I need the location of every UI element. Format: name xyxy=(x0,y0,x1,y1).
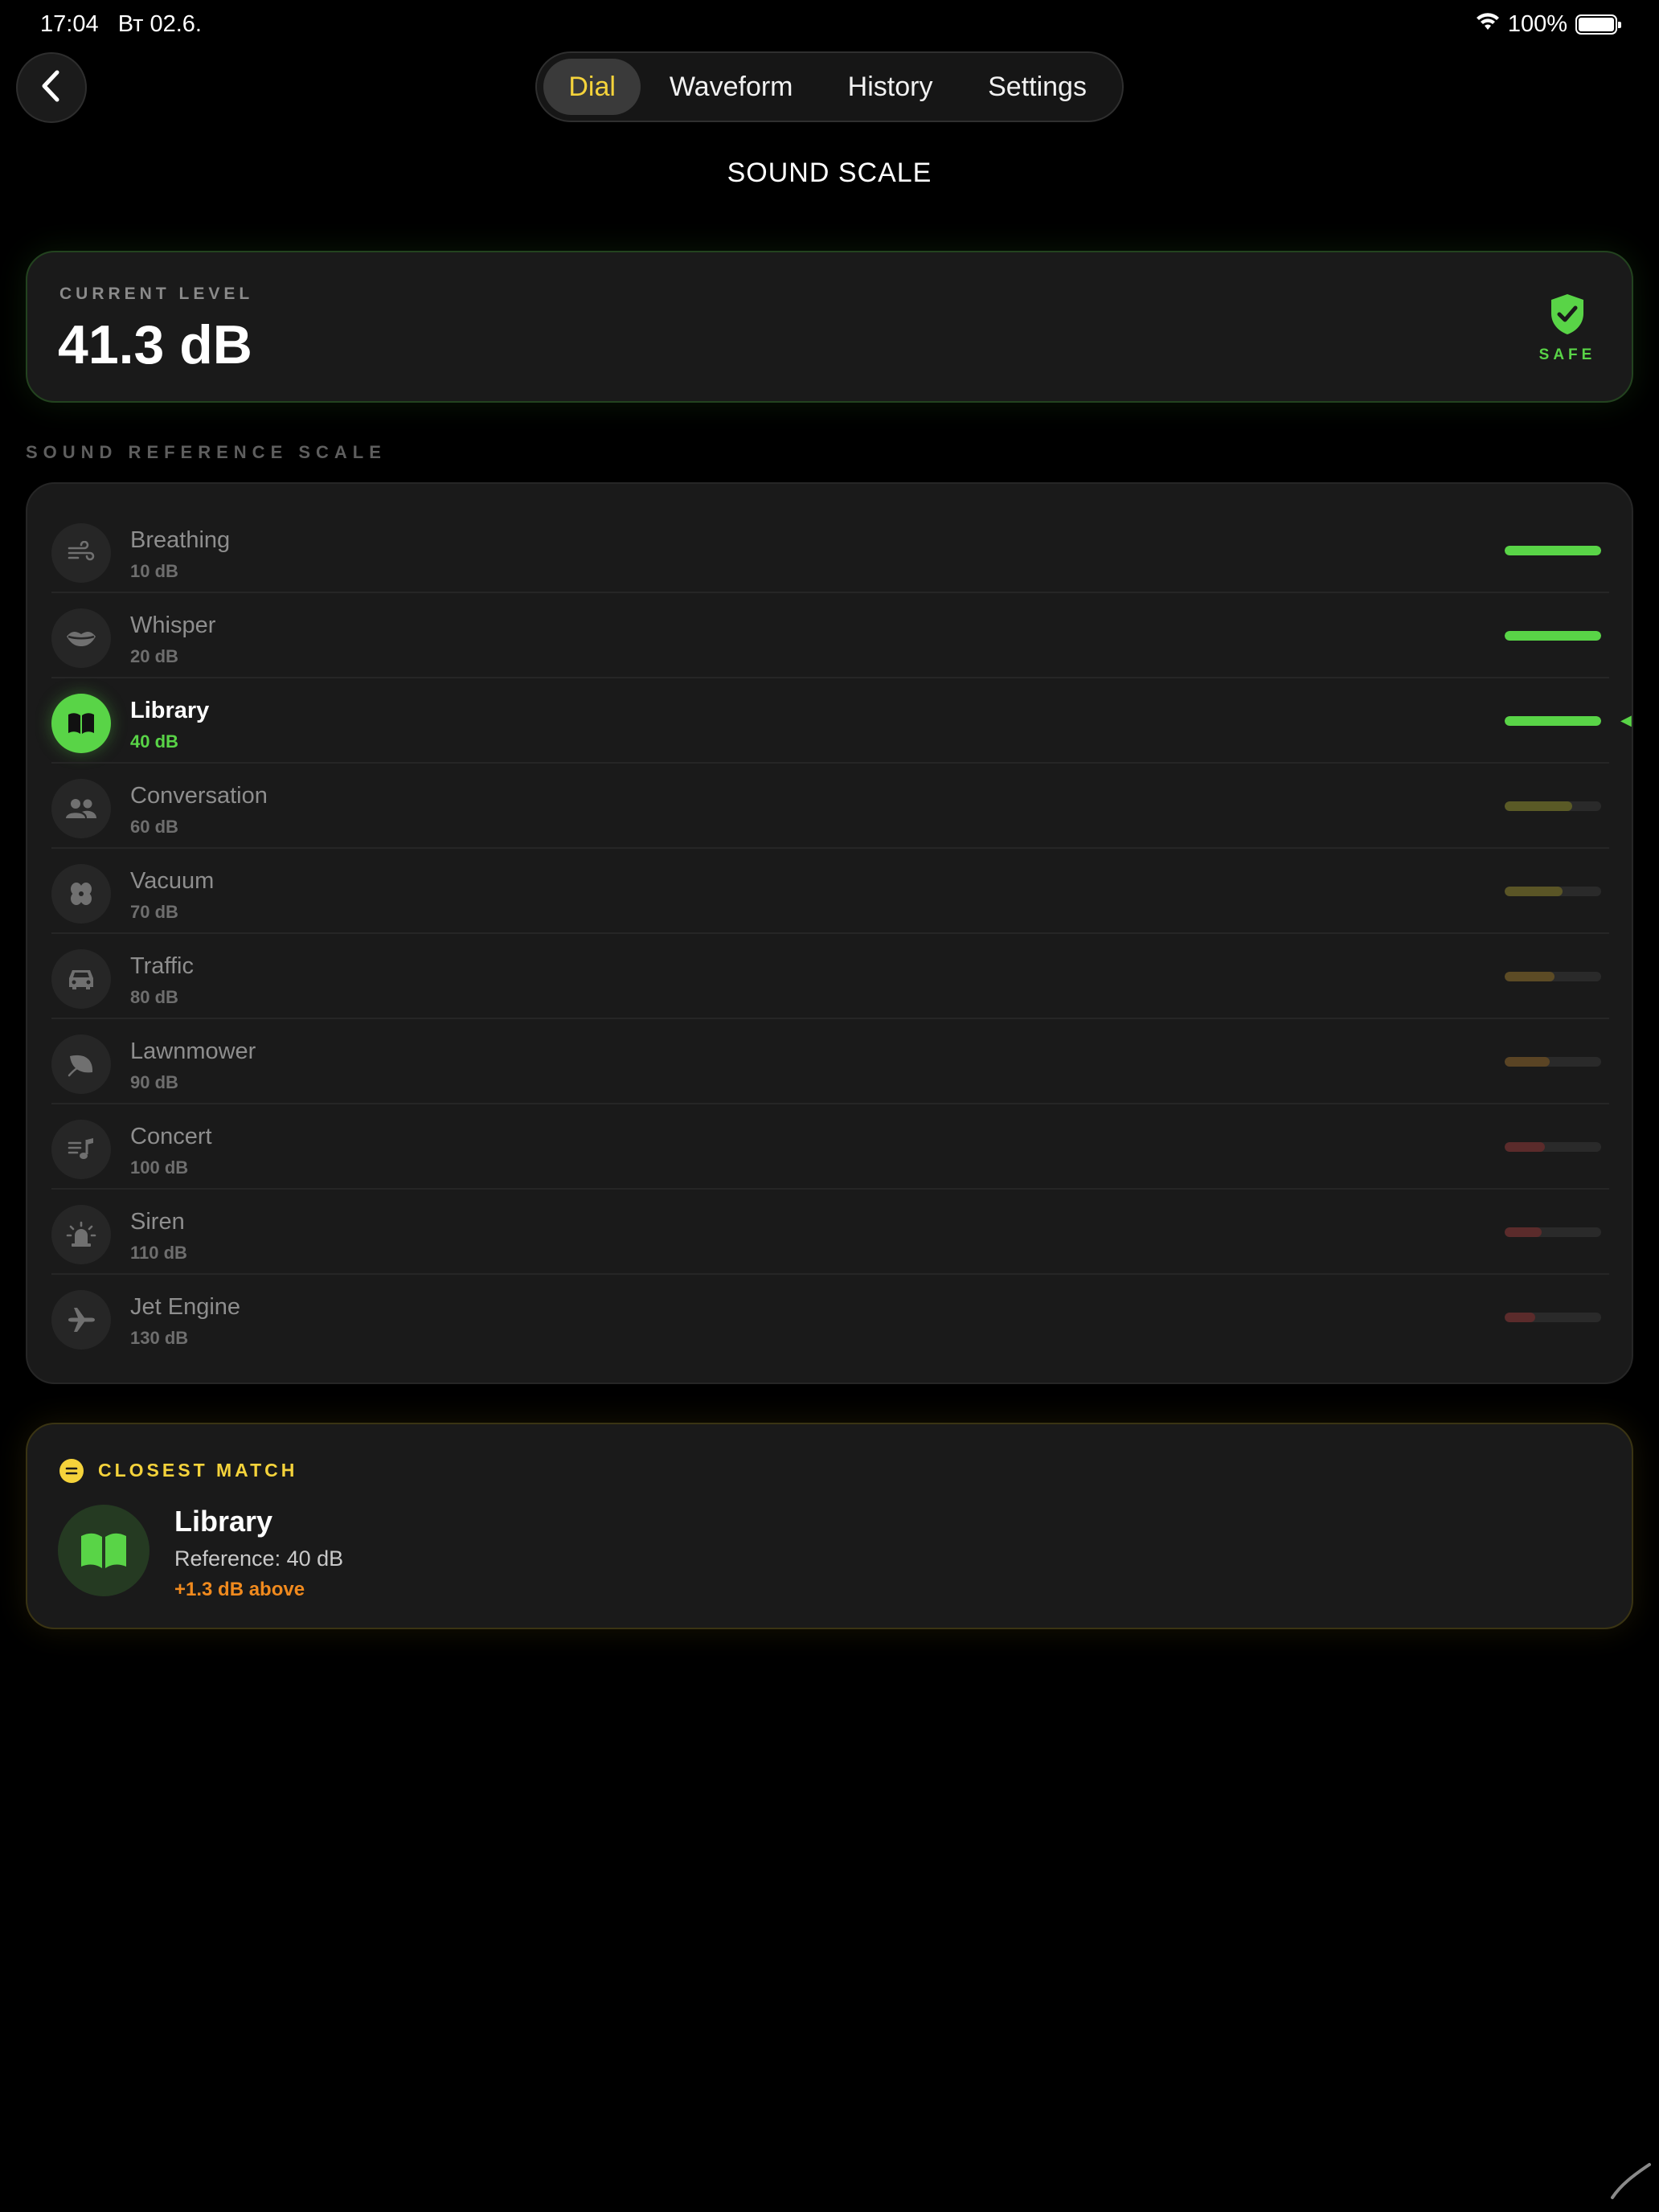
level-bar xyxy=(1505,801,1601,811)
scale-item-name: Conversation xyxy=(130,783,268,809)
level-bar xyxy=(1505,716,1601,726)
list-item[interactable]: Conversation 60 dB xyxy=(51,764,1609,849)
scale-item-db: 130 dB xyxy=(130,1328,189,1348)
wind-icon xyxy=(51,523,111,583)
level-bar xyxy=(1505,1142,1601,1152)
current-level-marker-icon: ◀ xyxy=(1620,712,1632,728)
scale-item-name: Siren xyxy=(130,1209,185,1235)
level-bar-fill xyxy=(1505,1227,1542,1237)
list-item[interactable]: Breathing 10 dB xyxy=(51,508,1609,593)
safety-status-label: SAFE xyxy=(1538,346,1596,363)
scale-section-label: SOUND REFERENCE SCALE xyxy=(26,442,387,462)
closest-match-delta: +1.3 dB above xyxy=(174,1579,305,1600)
car-icon xyxy=(51,949,111,1009)
scale-item-db: 60 dB xyxy=(130,817,178,837)
list-item[interactable]: Lawnmower 90 dB xyxy=(51,1019,1609,1104)
level-bar xyxy=(1505,1313,1601,1322)
scale-item-name: Jet Engine xyxy=(130,1294,241,1320)
tab-history[interactable]: History xyxy=(821,59,959,115)
book-icon xyxy=(58,1505,150,1596)
scale-item-db: 40 dB xyxy=(130,731,178,752)
level-bar xyxy=(1505,972,1601,981)
list-item[interactable]: Vacuum 70 dB xyxy=(51,849,1609,934)
status-clock: 17:04 xyxy=(40,11,99,37)
back-button[interactable] xyxy=(16,52,87,123)
scale-item-db: 90 dB xyxy=(130,1072,178,1092)
scale-item-db: 100 dB xyxy=(130,1157,189,1178)
scale-item-db: 20 dB xyxy=(130,646,178,666)
app-screen: 17:04 Вт 02.6. 100% Dial Waveform Histor… xyxy=(0,0,1659,2212)
level-bar-fill xyxy=(1505,887,1563,896)
closest-match-card: CLOSEST MATCH Library Reference: 40 dB +… xyxy=(26,1423,1633,1629)
level-bar xyxy=(1505,631,1601,641)
closest-match-name: Library xyxy=(174,1505,273,1538)
level-bar-fill xyxy=(1505,1142,1546,1152)
level-bar-fill xyxy=(1505,1057,1550,1067)
tab-settings[interactable]: Settings xyxy=(959,59,1116,115)
lips-icon xyxy=(51,608,111,668)
scale-item-db: 110 dB xyxy=(130,1243,187,1263)
leaf-icon xyxy=(51,1034,111,1094)
airplane-icon xyxy=(51,1290,111,1350)
level-bar-fill xyxy=(1505,546,1601,555)
status-date: Вт 02.6. xyxy=(117,11,202,37)
level-bar xyxy=(1505,1227,1601,1237)
current-level-value: 41.3 dB xyxy=(58,314,252,375)
corner-gesture-icon xyxy=(1604,2153,1653,2206)
people-icon xyxy=(51,779,111,838)
scale-item-name: Lawnmower xyxy=(130,1038,256,1064)
view-switcher: Dial Waveform History Settings xyxy=(535,51,1124,122)
level-bar-fill xyxy=(1505,972,1555,981)
level-bar xyxy=(1505,887,1601,896)
scale-item-name: Library xyxy=(130,698,210,723)
status-indicators: 100% xyxy=(1476,11,1621,38)
list-item[interactable]: Traffic 80 dB xyxy=(51,934,1609,1019)
wifi-icon xyxy=(1476,11,1500,38)
safety-status: SAFE xyxy=(1535,293,1600,364)
scale-item-db: 10 dB xyxy=(130,561,178,581)
current-level-card: CURRENT LEVEL 41.3 dB SAFE xyxy=(26,251,1633,403)
current-level-label: CURRENT LEVEL xyxy=(59,285,254,303)
closest-match-label: CLOSEST MATCH xyxy=(98,1460,298,1481)
page-title: SOUND SCALE xyxy=(727,158,932,188)
fan-icon xyxy=(51,864,111,924)
level-bar-fill xyxy=(1505,631,1601,641)
list-item[interactable]: Siren 110 dB xyxy=(51,1190,1609,1275)
sound-scale-list: Breathing 10 dB Whisper 20 dB Library 40… xyxy=(26,482,1633,1384)
closest-match-reference: Reference: 40 dB xyxy=(174,1546,344,1571)
shield-check-icon xyxy=(1548,293,1587,340)
tab-waveform[interactable]: Waveform xyxy=(641,59,821,115)
scale-item-db: 80 dB xyxy=(130,987,178,1007)
equals-icon xyxy=(59,1459,84,1483)
battery-percent: 100% xyxy=(1507,11,1567,37)
list-item[interactable]: Whisper 20 dB xyxy=(51,593,1609,678)
status-time: 17:04 Вт 02.6. xyxy=(40,11,202,38)
chevron-left-icon xyxy=(38,69,65,107)
list-item[interactable]: Concert 100 dB xyxy=(51,1104,1609,1190)
scale-item-name: Vacuum xyxy=(130,868,215,894)
siren-icon xyxy=(51,1205,111,1264)
scale-item-db: 70 dB xyxy=(130,902,178,922)
scale-item-name: Breathing xyxy=(130,527,231,553)
level-bar-fill xyxy=(1505,801,1572,811)
music-list-icon xyxy=(51,1120,111,1179)
battery-icon xyxy=(1575,14,1621,35)
level-bar xyxy=(1505,546,1601,555)
tab-dial[interactable]: Dial xyxy=(543,59,641,115)
book-icon xyxy=(51,694,111,753)
scale-item-name: Whisper xyxy=(130,612,216,638)
level-bar xyxy=(1505,1057,1601,1067)
list-item-active[interactable]: Library 40 dB ◀ xyxy=(51,678,1632,764)
level-bar-fill xyxy=(1505,716,1601,726)
scale-item-name: Traffic xyxy=(130,953,194,979)
list-item[interactable]: Jet Engine 130 dB xyxy=(51,1275,1609,1360)
level-bar-fill xyxy=(1505,1313,1536,1322)
scale-item-name: Concert xyxy=(130,1124,212,1149)
